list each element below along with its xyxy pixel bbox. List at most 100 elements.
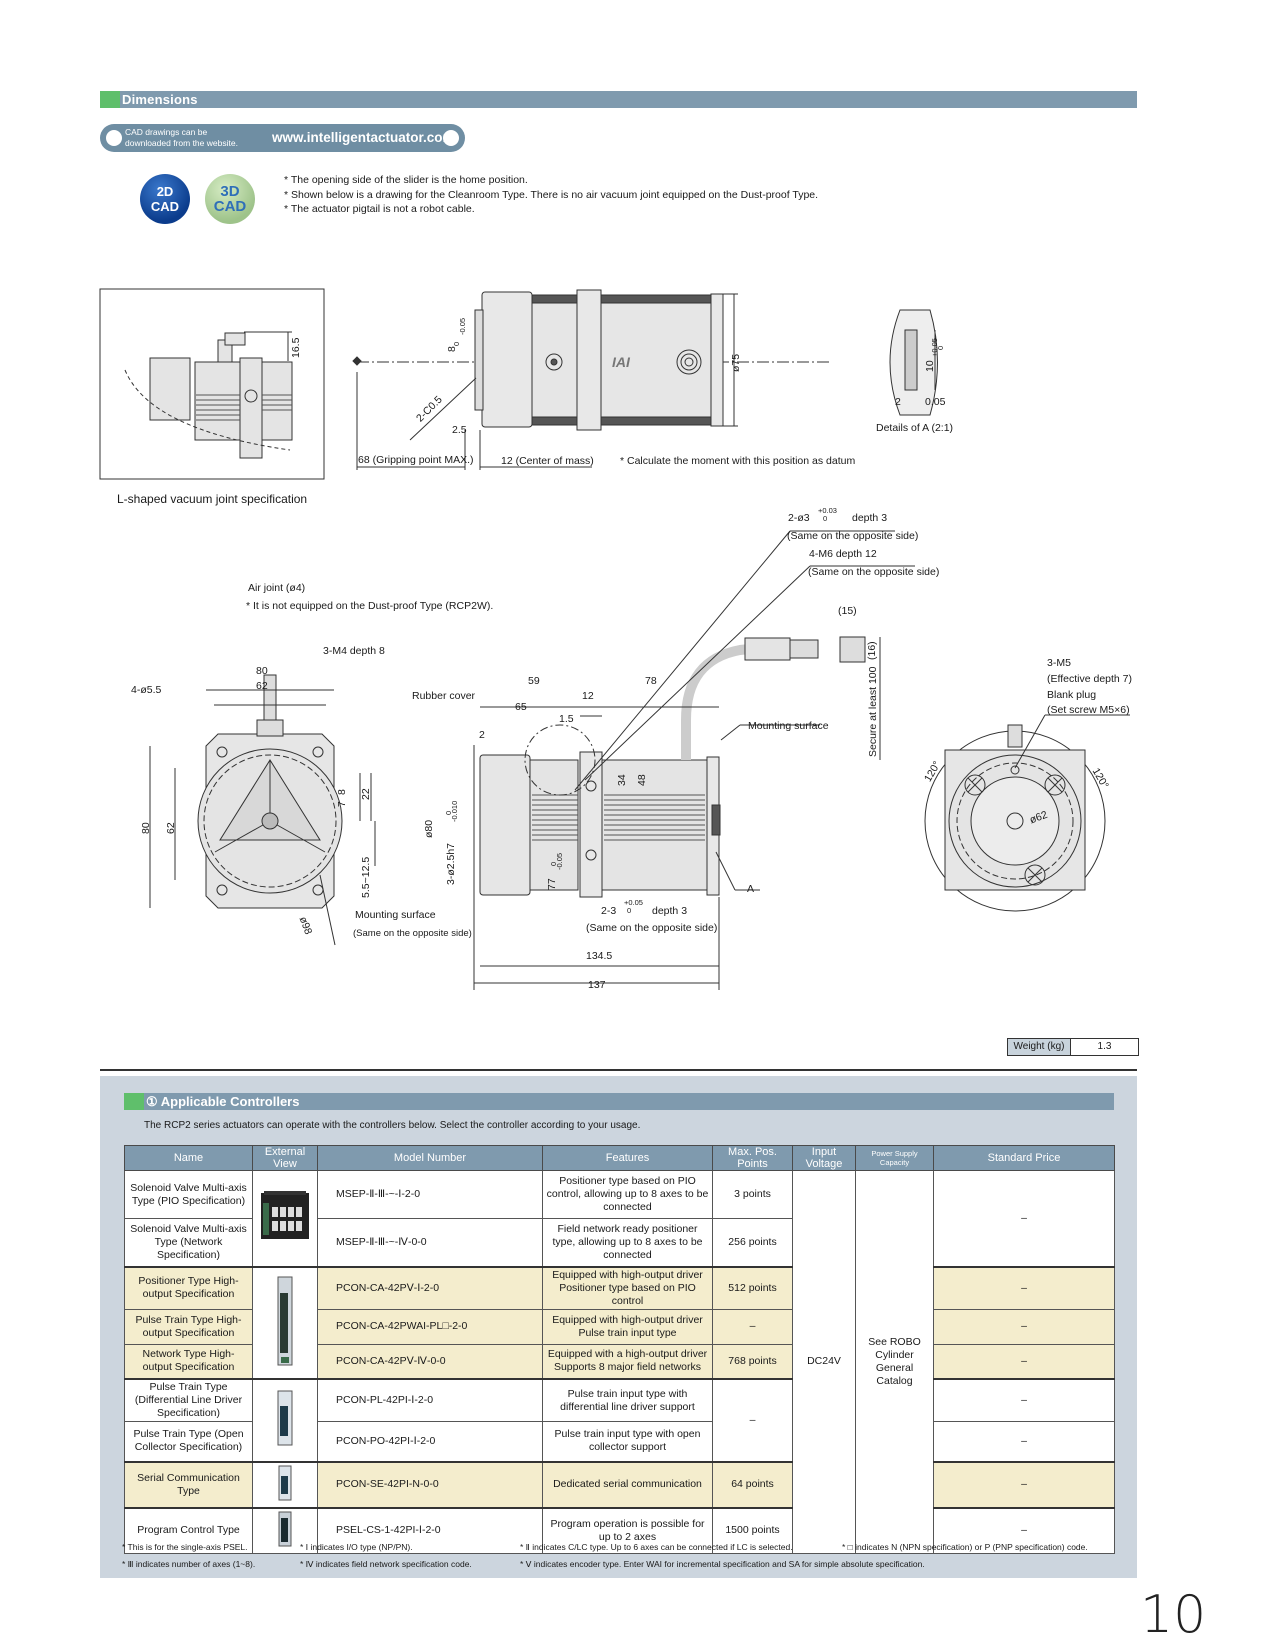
col-power-supply: Power Supply Capacity: [855, 1145, 934, 1171]
table-row: Positioner Type High-output Specificatio…: [124, 1265, 1115, 1380]
dim-8: 8: [446, 346, 458, 352]
dim-7: 7: [336, 801, 348, 807]
dim-77: 77: [546, 878, 558, 890]
dim-2-5: 2.5: [452, 424, 467, 436]
dim-15: (15): [838, 605, 857, 617]
cell-model: PCON-SE-42PI-N-0-0: [317, 1460, 543, 1508]
hole-2-3-tol-lower: 0: [627, 906, 632, 915]
phi3-same: (Same on the opposite side): [787, 530, 919, 542]
cell-model: PCON-CA-42PⅤ-Ⅰ-2-0: [317, 1265, 543, 1310]
table-row: Pulse Train Type (Differential Line Driv…: [124, 1378, 1115, 1462]
phi3-label: 2-ø3: [788, 512, 810, 524]
footnote: * This is for the single-axis PSEL.: [122, 1542, 248, 1552]
holes-label: 4-ø5.5: [131, 684, 162, 696]
cell-price: –: [933, 1343, 1115, 1380]
cell-external-view: [252, 1265, 318, 1380]
cell-points: –: [712, 1378, 793, 1462]
detail-dim-2: 2: [895, 396, 901, 408]
pcon-pl-controller-image: [277, 1390, 293, 1446]
cell-price: –: [933, 1460, 1115, 1508]
cell-features: Dedicated serial communication: [542, 1460, 713, 1508]
cell-features: Equipped with a high-output driver Suppo…: [542, 1343, 713, 1380]
label-a: A: [747, 883, 755, 895]
m6-label: 4-M6 depth 12: [809, 548, 877, 560]
cell-points: 256 points: [712, 1218, 793, 1267]
cell-features: Equipped with high-output driver Positio…: [542, 1265, 713, 1310]
weight-label: Weight (kg): [1008, 1039, 1071, 1055]
rear-view: [924, 714, 1130, 912]
cell-external-view: [252, 1460, 318, 1508]
cell-features: Equipped with high-output driver Pulse t…: [542, 1308, 713, 1345]
cell-price: –: [933, 1265, 1115, 1310]
hole-2-3-same: (Same on the opposite side): [586, 922, 718, 934]
hole-2-3-depth: depth 3: [652, 905, 688, 917]
cell-name: Pulse Train Type (Open Collector Specifi…: [124, 1421, 253, 1462]
cell-price: –: [933, 1308, 1115, 1345]
top-view-actuator: [352, 289, 830, 470]
table-header-row: Name External View Model Number Features…: [124, 1145, 1115, 1171]
m6-same: (Same on the opposite side): [808, 566, 940, 578]
cell-input-voltage: DC24V: [792, 1170, 856, 1554]
cell-model: PCON-PL-42PI-Ⅰ-2-0: [317, 1378, 543, 1422]
col-external-view: External View: [252, 1145, 318, 1171]
m5-effective: (Effective depth 7): [1047, 673, 1133, 685]
cell-name: Pulse Train Type (Differential Line Driv…: [124, 1378, 253, 1422]
air-joint-label: Air joint (ø4): [248, 582, 306, 594]
dim-22: 22: [360, 788, 372, 800]
tol-8-upper: 0: [452, 341, 461, 346]
col-name: Name: [124, 1145, 253, 1171]
cell-features: Positioner type based on PIO control, al…: [542, 1170, 713, 1219]
tol-77-lower: -0.05: [555, 852, 564, 870]
applicable-controllers-panel: ① Applicable Controllers The RCP2 series…: [100, 1076, 1137, 1578]
dim-62-height: 62: [165, 822, 177, 834]
dim-80-width: 80: [256, 665, 268, 677]
dia-80: ø80: [423, 819, 435, 838]
cell-model: PCON-PO-42PI-Ⅰ-2-0: [317, 1421, 543, 1462]
detail-dim-10: 10: [924, 360, 936, 372]
phi3-tol-lower: 0: [823, 514, 828, 523]
cell-model: MSEP-Ⅱ-Ⅲ-~-Ⅰ-2-0: [317, 1170, 543, 1219]
page-number: 10: [1140, 1585, 1207, 1645]
cell-price: –: [933, 1170, 1115, 1267]
dim-16: (16): [866, 641, 878, 660]
cell-name: Solenoid Valve Multi-axis Type (PIO Spec…: [124, 1170, 253, 1219]
table-row: Serial Communication Type PCON-SE-42PI-N…: [124, 1460, 1115, 1508]
dim-78: 78: [645, 675, 657, 687]
detail-dim-005: 0.05: [925, 396, 946, 408]
front-view-flange: [149, 674, 376, 946]
footnote: * Ⅴ indicates encoder type. Enter WAI fo…: [520, 1559, 925, 1569]
cell-price: –: [933, 1421, 1115, 1462]
footnote: * Ⅱ indicates C/LC type. Up to 6 axes ca…: [520, 1542, 793, 1552]
phi3-tol-upper: +0.03: [818, 506, 837, 515]
controllers-title: ① Applicable Controllers: [146, 1094, 300, 1109]
dimension-drawing: 16.5 L-shaped vacuum joint specification…: [0, 0, 1275, 1030]
footnote: * Ⅳ indicates field network specificatio…: [300, 1559, 472, 1569]
divider: [100, 1069, 1137, 1071]
cell-model: PCON-CA-42PⅤ-Ⅳ-0-0: [317, 1343, 543, 1380]
dim-62-width: 62: [256, 680, 268, 692]
set-screw-label: (Set screw M5×6): [1047, 704, 1130, 716]
psel-controller-image: [278, 1511, 292, 1546]
m5-label: 3-M5: [1047, 657, 1071, 669]
dim-8-front: 8: [336, 789, 348, 795]
weight-box: Weight (kg) 1.3: [1007, 1038, 1139, 1056]
cell-external-view: [252, 1378, 318, 1462]
dim-range: 5.5~12.5: [360, 856, 372, 898]
mount-same-front: (Same on the opposite side): [353, 928, 472, 939]
dim-68: 68 (Gripping point MAX.): [358, 454, 474, 466]
dim-12-center-mass: 12 (Center of mass): [501, 455, 594, 467]
cell-model: PCON-CA-42PWAI-PL□-2-0: [317, 1308, 543, 1345]
col-standard-price: Standard Price: [933, 1145, 1115, 1171]
cell-external-view: [252, 1170, 318, 1267]
cell-points: –: [712, 1308, 793, 1345]
dim-80-height: 80: [140, 822, 152, 834]
blank-plug-label: Blank plug: [1047, 689, 1097, 701]
iai-logo: IAI: [612, 354, 630, 370]
msep-controller-image: [261, 1191, 309, 1240]
dim-59: 59: [528, 675, 540, 687]
cell-points: 768 points: [712, 1343, 793, 1380]
cell-price: –: [933, 1378, 1115, 1422]
rubber-cover-label: Rubber cover: [412, 690, 476, 702]
cell-name: Serial Communication Type: [124, 1460, 253, 1508]
pcon-ca-controller-image: [277, 1276, 293, 1366]
